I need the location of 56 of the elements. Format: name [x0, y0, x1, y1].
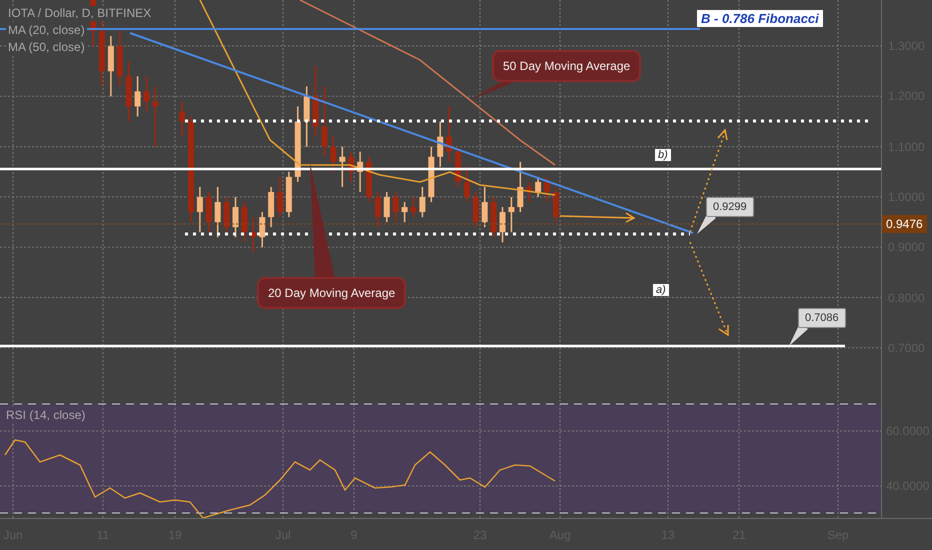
wave-label: a): [653, 284, 669, 296]
candlestick: [552, 186, 559, 222]
candlestick: [437, 122, 444, 167]
candlestick: [339, 146, 346, 187]
candlestick: [500, 207, 506, 242]
candlestick: [108, 36, 114, 96]
candlestick: [268, 186, 274, 228]
candlestick: [241, 202, 248, 242]
candlestick: [206, 192, 212, 232]
candlestick: [482, 186, 488, 228]
candlestick: [214, 186, 221, 238]
candlestick: [428, 146, 434, 202]
candlestick: [312, 66, 319, 137]
candlestick: [446, 106, 452, 162]
candlestick: [250, 217, 256, 252]
candlestick: [277, 176, 283, 218]
candlestick: [490, 197, 497, 238]
candlestick: [144, 76, 150, 112]
candlestick: [232, 197, 238, 238]
current-price-tag: 0.9476: [882, 215, 927, 233]
candlestick: [179, 101, 186, 137]
candlestick: [374, 192, 381, 228]
candlestick: [366, 156, 372, 202]
indicator-label: MA (50, close): [6, 40, 87, 55]
candlestick: [392, 192, 399, 222]
candlestick: [134, 76, 141, 117]
candlestick: [348, 152, 354, 182]
indicator-label: RSI (14, close): [6, 408, 86, 422]
candlestick: [402, 202, 408, 222]
candlestick: [517, 162, 524, 212]
candlestick: [455, 146, 461, 187]
candlestick: [544, 176, 550, 202]
candlestick: [304, 86, 310, 147]
candlestick: [535, 176, 542, 197]
candlestick: [419, 186, 426, 218]
candlestick: [322, 86, 328, 157]
callout-label: 20 Day Moving Average: [257, 277, 406, 309]
candlestick: [116, 31, 123, 86]
candlestick: [196, 186, 203, 232]
candlestick: [330, 136, 336, 172]
candlestick: [526, 182, 532, 202]
candlestick: [472, 192, 479, 228]
candlestick: [259, 212, 266, 248]
candlestick: [126, 61, 132, 122]
fibonacci-label: B - 0.786 Fibonacci: [697, 10, 823, 27]
candlestick: [286, 172, 292, 218]
wave-label: b): [655, 149, 671, 161]
candlestick: [384, 192, 390, 222]
candlestick: [224, 197, 230, 232]
symbol-title: IOTA / Dollar, D, BITFINEX: [6, 6, 154, 21]
candlestick: [464, 166, 470, 202]
candlestick: [508, 197, 514, 232]
candlestick: [152, 86, 158, 147]
candlestick: [410, 197, 416, 218]
indicator-label: MA (20, close): [6, 23, 87, 38]
candlestick: [357, 152, 364, 192]
